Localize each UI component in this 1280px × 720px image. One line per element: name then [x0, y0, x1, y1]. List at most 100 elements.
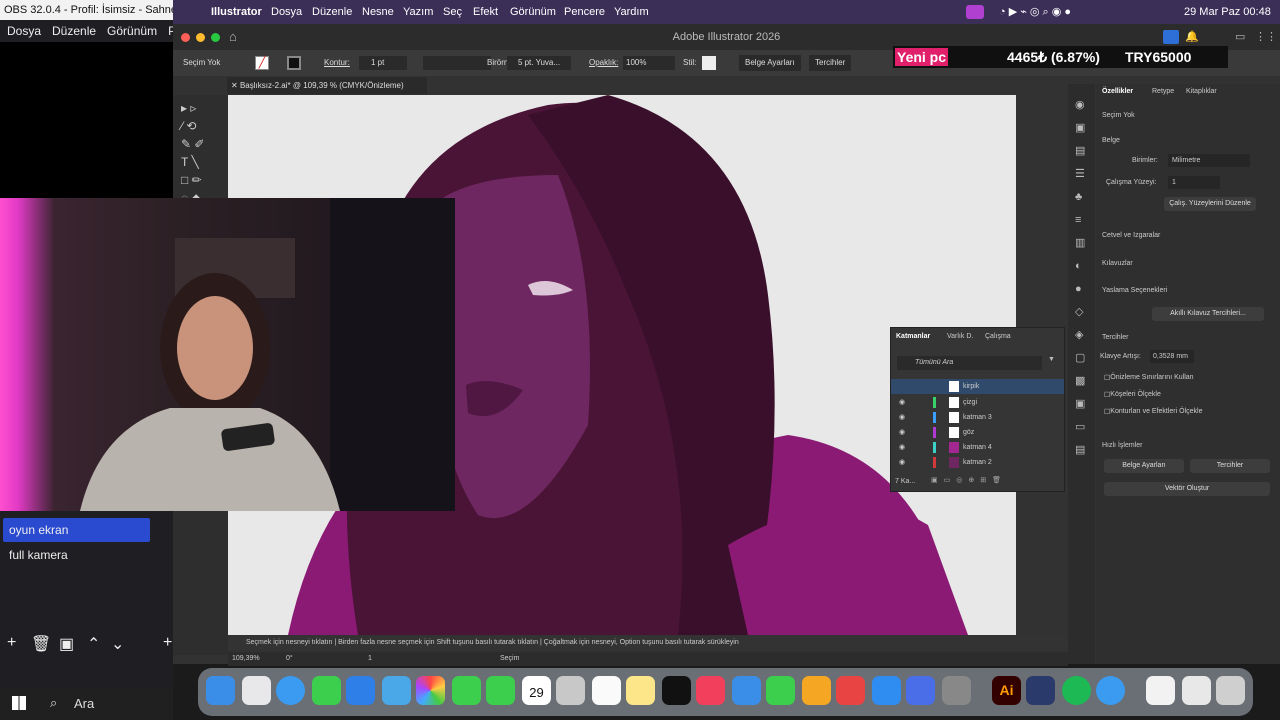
settings-icon[interactable]	[942, 676, 971, 705]
safari-icon[interactable]	[276, 676, 305, 705]
trash-icon[interactable]: 🗑	[31, 634, 51, 654]
mail-icon[interactable]	[346, 676, 375, 705]
menu-item[interactable]: Görünüm	[510, 0, 556, 24]
status-icons[interactable]: ◔ ▶ ⌁ ◎ ⌕ ◉ ●	[999, 0, 1071, 24]
share-icon[interactable]	[1163, 30, 1179, 44]
tab-libraries[interactable]: Kitaplıklar	[1186, 88, 1217, 95]
tool-grid[interactable]: ▸ ▹⁄ ⟲✎ ✐T ╲□ ✏◌ ◆	[181, 99, 225, 207]
tab-artboards[interactable]: Çalışma	[985, 333, 1011, 340]
brush-select[interactable]: 5 pt. Yuva...	[507, 56, 571, 70]
move-down-icon[interactable]: ⌄	[111, 634, 124, 654]
filter-scene-icon[interactable]: ▣	[59, 634, 74, 654]
music-icon[interactable]	[696, 676, 725, 705]
menu-item[interactable]: Nesne	[362, 0, 394, 24]
checkbox-preview-bounds[interactable]: ☐ Önizleme Sınırlarını Kullan	[1104, 374, 1194, 382]
reminders-icon[interactable]	[592, 676, 621, 705]
vpn-icon[interactable]	[1026, 676, 1055, 705]
maps-icon[interactable]	[382, 676, 411, 705]
tab-asset-export[interactable]: Varlık D.	[947, 333, 973, 340]
eye-icon[interactable]: ◉	[899, 425, 905, 440]
tab-properties[interactable]: Özellikler	[1102, 88, 1133, 95]
tab-layers[interactable]: Katmanlar	[896, 333, 930, 340]
layer-row[interactable]: ◉ katman 2	[891, 455, 1064, 470]
close-tab-icon[interactable]: ✕	[231, 81, 240, 90]
panel-layout-icon[interactable]: ▭	[1235, 24, 1245, 50]
photos-icon[interactable]	[416, 676, 445, 705]
menu-item[interactable]: Seç	[443, 0, 462, 24]
facetime-icon[interactable]	[452, 676, 481, 705]
eye-icon[interactable]: ◉	[899, 410, 905, 425]
menu-app-name[interactable]: Illustrator	[211, 0, 262, 24]
obs-menu-file[interactable]: Dosya	[7, 24, 41, 38]
document-icon[interactable]	[1146, 676, 1175, 705]
units-select[interactable]: Milimetre	[1168, 154, 1250, 167]
obs-menu-edit[interactable]: Düzenle	[52, 24, 96, 38]
layer-row[interactable]: ◉ çizgi	[891, 395, 1064, 410]
zoom-select[interactable]: 109,39%	[232, 652, 260, 666]
keynote-icon[interactable]	[732, 676, 761, 705]
document-tab[interactable]: ✕ Başlıksız-2.ai* @ 109,39 % (CMYK/Önizl…	[227, 77, 427, 94]
scene-item[interactable]: oyun ekran	[3, 518, 150, 542]
contacts-icon[interactable]	[556, 676, 585, 705]
numbers-icon[interactable]	[766, 676, 795, 705]
move-up-icon[interactable]: ⌃	[87, 634, 100, 654]
panel-icons[interactable]: ◉ ▣ ▤ ☰ ♣ ≡ ▥ ◐ ● ◇ ◈ ▢ ▩ ▣ ▭ ▤	[1075, 94, 1085, 462]
menu-item[interactable]: Efekt	[473, 0, 498, 24]
doc-setup-button[interactable]: Belge Ayarları	[739, 55, 801, 71]
windows-start-icon[interactable]	[12, 696, 26, 710]
scene-item[interactable]: full kamera	[3, 543, 150, 567]
add-scene-icon[interactable]: +	[7, 634, 16, 652]
home-icon[interactable]: ⌂	[229, 29, 237, 45]
calendar-icon[interactable]: 29	[522, 676, 551, 705]
tv-icon[interactable]	[662, 676, 691, 705]
status-app-icon[interactable]	[966, 5, 984, 19]
add-source-icon[interactable]: +	[163, 634, 172, 652]
stroke-label[interactable]: Kontur:	[324, 50, 350, 76]
illustrator-dock-icon[interactable]: Ai	[992, 676, 1021, 705]
menu-item[interactable]: Düzenle	[312, 0, 352, 24]
create-vector-button[interactable]: Vektör Oluştur	[1104, 482, 1270, 496]
pages-icon[interactable]	[802, 676, 831, 705]
eye-icon[interactable]: ◉	[899, 440, 905, 455]
rocket-icon[interactable]	[836, 676, 865, 705]
zoom-window-button[interactable]	[211, 33, 220, 42]
spotify-icon[interactable]	[1062, 676, 1091, 705]
eye-icon[interactable]: ◉	[899, 395, 905, 410]
minimize-window-button[interactable]	[196, 33, 205, 42]
menu-item[interactable]: Yazım	[403, 0, 433, 24]
launchpad-icon[interactable]	[242, 676, 271, 705]
stroke-swatch[interactable]	[287, 56, 301, 70]
opacity-label[interactable]: Opaklık:	[589, 50, 618, 76]
style-swatch[interactable]	[702, 56, 716, 70]
menu-item[interactable]: Dosya	[271, 0, 302, 24]
opacity-field[interactable]: 100%	[623, 56, 675, 70]
layer-actions-icons[interactable]: ▣▭◎⊕⊞🗑	[931, 476, 1007, 484]
artboard-select-props[interactable]: 1	[1168, 176, 1220, 189]
messages-icon[interactable]	[312, 676, 341, 705]
menu-item[interactable]: Yardım	[614, 0, 649, 24]
stroke-weight-field[interactable]: 1 pt	[359, 56, 407, 70]
checkbox-scale-strokes[interactable]: ☐ Konturları ve Efektleri Ölçekle	[1104, 408, 1202, 416]
smart-guides-button[interactable]: Akıllı Kılavuz Tercihleri...	[1152, 307, 1264, 321]
obs-menu-view[interactable]: Görünüm	[107, 24, 157, 38]
menu-item[interactable]: Pencere	[564, 0, 605, 24]
layers-search-input[interactable]: Tümünü Ara	[897, 356, 1042, 370]
eye-icon[interactable]: ◉	[899, 455, 905, 470]
safari-alt-icon[interactable]	[1096, 676, 1125, 705]
preferences-button[interactable]: Tercihler	[809, 55, 852, 71]
layer-row[interactable]: kirpik	[891, 379, 1064, 394]
checkbox-scale-corners[interactable]: ☐ Köşeleri Ölçekle	[1104, 391, 1161, 399]
trash-dock-icon[interactable]	[1216, 676, 1245, 705]
app-store-icon[interactable]	[872, 676, 901, 705]
notes-icon[interactable]	[626, 676, 655, 705]
finder-icon[interactable]	[206, 676, 235, 705]
grid-apps-icon[interactable]: ⋮⋮	[1255, 24, 1277, 50]
filter-icon[interactable]: ▼	[1048, 356, 1055, 363]
rotation-select[interactable]: 0°	[286, 652, 293, 666]
iphone-mirroring-icon[interactable]	[906, 676, 935, 705]
stroke-profile-select[interactable]: Birörnek	[423, 56, 517, 70]
taskbar-search-label[interactable]: Ara	[74, 696, 94, 711]
layer-row[interactable]: ◉ göz	[891, 425, 1064, 440]
keyboard-increment-field[interactable]: 0,3528 mm	[1150, 350, 1194, 363]
search-icon[interactable]: ⌕	[50, 695, 57, 711]
